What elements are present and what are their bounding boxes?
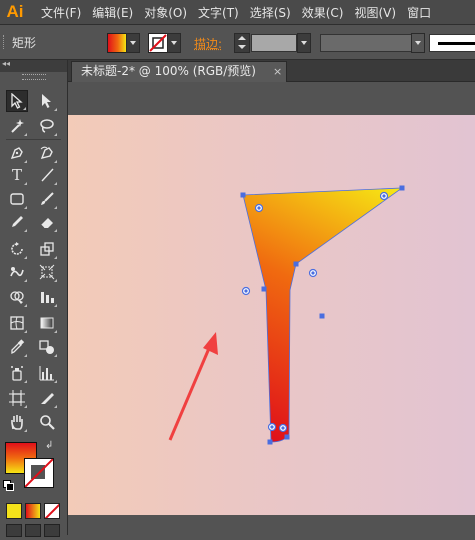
- menu-view[interactable]: 视图(V): [349, 4, 402, 21]
- none-mode-button[interactable]: [44, 503, 60, 519]
- tools-panel-header[interactable]: [0, 59, 67, 72]
- fill-color-swatch[interactable]: [107, 33, 127, 53]
- shape-builder-tool-icon[interactable]: [6, 286, 28, 308]
- hand-tool-icon[interactable]: [6, 411, 28, 433]
- artwork: [168, 185, 405, 445]
- menu-file[interactable]: 文件(F): [36, 4, 87, 21]
- line-tool-icon[interactable]: [36, 164, 58, 186]
- selection-type-label: 矩形: [12, 36, 37, 50]
- magic-wand-tool-icon[interactable]: [6, 115, 28, 137]
- menu-effect[interactable]: 效果(C): [297, 4, 350, 21]
- variable-width-profile-field[interactable]: [320, 34, 412, 52]
- tools-panel: T: [0, 59, 68, 537]
- color-mode-button[interactable]: [6, 503, 22, 519]
- none-stroke-icon: [149, 34, 167, 52]
- curvature-tool-icon[interactable]: [36, 142, 58, 164]
- stroke-weight-spinner[interactable]: [234, 33, 250, 53]
- tools-panel-grip[interactable]: [22, 74, 46, 80]
- scale-tool-icon[interactable]: [36, 238, 58, 260]
- menu-bar: Ai 文件(F) 编辑(E) 对象(O) 文字(T) 选择(S) 效果(C) 视…: [0, 0, 475, 25]
- stroke-color-swatch[interactable]: [148, 33, 168, 53]
- stroke-dropdown-arrow[interactable]: [167, 33, 181, 53]
- brush-definition-preview[interactable]: [429, 34, 475, 52]
- document-tab-title: 未标题-2* @ 100% (RGB/预览): [81, 64, 256, 78]
- chart-tool-icon[interactable]: [36, 286, 58, 308]
- warp-tool-icon[interactable]: [6, 261, 28, 283]
- symbol-sprayer-tool-icon[interactable]: [6, 362, 28, 384]
- paintbrush-tool-icon[interactable]: [36, 188, 58, 210]
- close-icon[interactable]: ×: [273, 62, 282, 81]
- profile-dropdown-arrow[interactable]: [411, 33, 425, 53]
- zoom-tool-icon[interactable]: [36, 411, 58, 433]
- stroke-weight-field[interactable]: [251, 34, 297, 52]
- stroke-weight-dropdown-arrow[interactable]: [297, 33, 311, 53]
- swap-fill-stroke-icon[interactable]: ↲: [45, 440, 53, 451]
- screen-mode-buttons[interactable]: [6, 524, 64, 537]
- lasso-tool-icon[interactable]: [36, 115, 58, 137]
- eraser-tool-icon[interactable]: [36, 211, 58, 233]
- app-logo: Ai: [6, 2, 24, 21]
- menu-type[interactable]: 文字(T): [193, 4, 245, 21]
- menu-window[interactable]: 窗口: [402, 4, 437, 21]
- control-bar: 矩形 描边:: [0, 25, 475, 60]
- type-tool-icon[interactable]: T: [6, 164, 28, 186]
- menu-select[interactable]: 选择(S): [245, 4, 297, 21]
- eyedropper-tool-icon[interactable]: [6, 336, 28, 358]
- selection-tool-icon[interactable]: [6, 90, 28, 112]
- mesh-tool-icon[interactable]: [6, 312, 28, 334]
- rectangle-tool-icon[interactable]: [6, 188, 28, 210]
- menu-object[interactable]: 对象(O): [139, 4, 193, 21]
- blend-tool-icon[interactable]: [36, 336, 58, 358]
- pencil-tool-icon[interactable]: [6, 211, 28, 233]
- slice-tool-icon[interactable]: [36, 387, 58, 409]
- artboard-tool-icon[interactable]: [6, 387, 28, 409]
- gradient-mode-button[interactable]: [25, 503, 41, 519]
- stroke-label[interactable]: 描边:: [194, 35, 222, 52]
- fill-dropdown-arrow[interactable]: [126, 33, 140, 53]
- stroke-color-box[interactable]: [24, 458, 54, 488]
- rotate-tool-icon[interactable]: [6, 238, 28, 260]
- document-tab[interactable]: 未标题-2* @ 100% (RGB/预览) ×: [71, 61, 287, 82]
- panel-grip[interactable]: [3, 35, 8, 49]
- document-tab-strip: 未标题-2* @ 100% (RGB/预览) ×: [68, 60, 475, 82]
- column-graph-tool-icon[interactable]: [36, 362, 58, 384]
- free-transform-tool-icon[interactable]: [36, 261, 58, 283]
- pen-tool-icon[interactable]: [6, 142, 28, 164]
- menu-edit[interactable]: 编辑(E): [87, 4, 139, 21]
- annotation-arrow-icon: [168, 332, 218, 441]
- direct-selection-tool-icon[interactable]: [36, 90, 58, 112]
- default-fill-stroke-icon[interactable]: [3, 480, 14, 491]
- gradient-tool-icon[interactable]: [36, 312, 58, 334]
